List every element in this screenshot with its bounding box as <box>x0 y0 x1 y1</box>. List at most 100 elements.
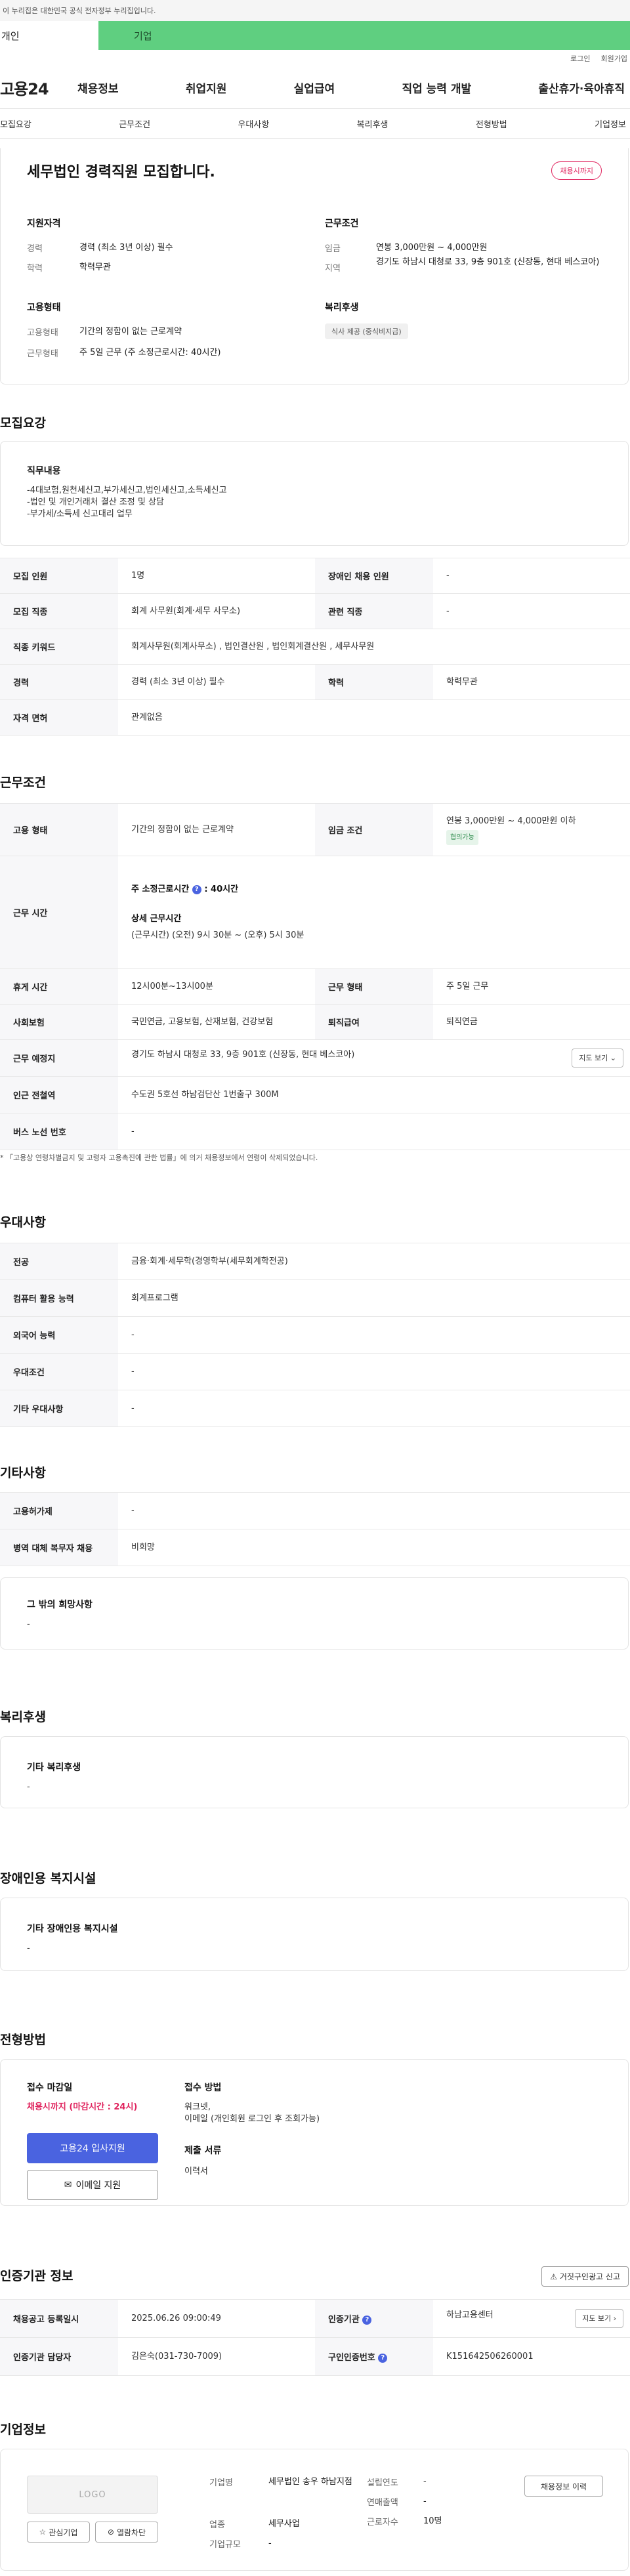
anchor-selection[interactable]: 전형방법 <box>476 117 507 130</box>
headcount-label: 모집 인원 <box>0 558 118 594</box>
subway-value: 수도권 5호선 하남검단산 1번출구 300M <box>118 1076 630 1113</box>
emp-label: 고용형태 <box>27 328 58 338</box>
license-label: 자격 면허 <box>0 699 118 736</box>
edu-row-value: 학력무관 <box>433 664 630 700</box>
duty-heading: 직무내용 <box>27 466 61 476</box>
anchor-conditions[interactable]: 근무조건 <box>119 117 150 130</box>
gnb-item-jobs[interactable]: 채용정보 <box>77 79 119 96</box>
conditions-table: 고용 형태 기간의 정함이 없는 근로계약 임금 조건 연봉 3,000만원 ~… <box>0 803 630 1150</box>
work-value: 주 5일 근무 (주 소정근로시간: 40시간) <box>79 348 221 358</box>
tab-company-label: 기업 <box>134 30 152 42</box>
post-date-value: 2025.06.26 09:00:49 <box>118 2299 315 2338</box>
site-logo[interactable]: 고용24 <box>0 76 77 99</box>
career-value: 경력 (최소 3년 이상) 필수 <box>79 243 173 253</box>
help-icon[interactable]: ? <box>378 2353 388 2363</box>
insurance-value: 국민연금, 고용보험, 산재보험, 건강보험 <box>118 1004 315 1040</box>
help-icon[interactable]: ? <box>192 884 201 894</box>
cert-org-value: 하남고용센터 <box>446 2310 494 2320</box>
pref-cond-value: - <box>118 1353 630 1390</box>
cert-no-label: 구인인증번호 <box>328 2353 375 2363</box>
founded-value: - <box>423 2477 427 2487</box>
wish-value: - <box>27 1619 30 1629</box>
disabled-facility-box: 기타 장애인용 복지시설 - <box>0 1898 629 1971</box>
email-apply-button[interactable]: ✉ 이메일 지원 <box>27 2170 158 2200</box>
emp-value: 기간의 정함이 없는 근로계약 <box>79 327 182 337</box>
workplace-label: 근무 예정지 <box>0 1039 118 1077</box>
table-row: 사회보험 국민연금, 고용보험, 산재보험, 건강보험 퇴직급여 퇴직연금 <box>0 1004 630 1040</box>
welfare-box: 기타 복리후생 - <box>0 1736 629 1808</box>
wage-cond-label: 임금 조건 <box>315 803 433 856</box>
etc-pref-label: 기타 우대사항 <box>0 1390 118 1427</box>
welfare-box-heading: 기타 복리후생 <box>27 1762 81 1773</box>
tab-company[interactable]: 기업 <box>98 21 630 50</box>
gov-banner: 이 누리집은 대한민국 공식 전자정부 누리집입니다. <box>0 0 630 21</box>
gnb-item-training[interactable]: 직업 능력 개발 <box>402 79 471 96</box>
gnb-item-unemployment-benefit[interactable]: 실업급여 <box>294 79 335 96</box>
disabled-facility-heading: 기타 장애인용 복지시설 <box>27 1924 118 1934</box>
qual-heading: 지원자격 <box>27 218 61 229</box>
etc-pref-value: - <box>118 1390 630 1427</box>
welfare-box-value: - <box>27 1782 30 1792</box>
wish-box: 그 밖의 희망사항 - <box>0 1577 629 1650</box>
gnb-item-employment-support[interactable]: 취업지원 <box>186 79 227 96</box>
welfare-section-title: 복리후생 <box>0 1710 46 1724</box>
anchor-company[interactable]: 기업정보 <box>595 117 626 130</box>
career-row-value: 경력 (최소 3년 이상) 필수 <box>118 664 315 700</box>
employee-count-value: 10명 <box>423 2516 442 2526</box>
tab-personal[interactable]: 개인 <box>0 21 98 50</box>
hours-main-label: 주 소정근로시간 <box>131 884 190 894</box>
hiring-history-button[interactable]: 채용정보 이력 <box>524 2476 603 2497</box>
company-logo: LOGO <box>27 2476 158 2514</box>
gnb-item-parental-leave[interactable]: 출산휴가·육아휴직 <box>538 79 625 96</box>
other-section-title: 기타사항 <box>0 1466 46 1480</box>
cert-no-value: K151642506260001 <box>433 2337 630 2376</box>
false-ad-report-label: 거짓구인광고 신고 <box>559 2272 620 2281</box>
disabled-hire-value: - <box>433 558 630 594</box>
other-table: 고용허가제 - 병역 대체 복무자 채용 비희망 <box>0 1492 630 1566</box>
industry-label: 업종 <box>209 2520 225 2530</box>
pc-skill-value: 회계프로그램 <box>118 1279 630 1317</box>
sales-label: 연매출액 <box>367 2498 398 2508</box>
company-name-value: 세무법인 송우 하남지점 <box>268 2477 352 2487</box>
cert-manager-label: 인증기관 담당자 <box>0 2337 118 2376</box>
table-row: 모집 직종 회계 사무원(회계·세무 사무소) 관련 직종 - <box>0 593 630 629</box>
welfare-heading: 복리후생 <box>325 302 359 313</box>
selection-section-title: 전형방법 <box>0 2033 46 2047</box>
founded-label: 설립연도 <box>367 2478 398 2488</box>
login-link[interactable]: 로그인 <box>570 53 590 64</box>
hours-label: 근무 시간 <box>0 856 118 969</box>
disabled-facility-section-title: 장애인용 복지시설 <box>0 1871 96 1886</box>
cert-org-cell: 지도 보기 › 하남고용센터 <box>433 2299 630 2338</box>
join-link[interactable]: 회원가입 <box>601 53 627 64</box>
insurance-label: 사회보험 <box>0 1004 118 1040</box>
apply-button[interactable]: 고용24 입사지원 <box>27 2133 158 2163</box>
wage-label: 임금 <box>325 244 341 254</box>
emp-type-label: 고용 형태 <box>0 803 118 856</box>
job-category-label: 모집 직종 <box>0 593 118 629</box>
worktype-value: 주 5일 근무 <box>433 968 630 1005</box>
major-value: 금융·회계·세무학(경영학부(세무회계학전공) <box>118 1243 630 1280</box>
docs-value: 이력서 <box>184 2167 208 2176</box>
certification-section-title: 인증기관 정보 <box>0 2269 74 2283</box>
block-icon: ⊘ <box>107 2527 114 2537</box>
anchor-preference[interactable]: 우대사항 <box>238 117 269 130</box>
table-row: 고용허가제 - <box>0 1492 630 1529</box>
star-icon: ☆ <box>39 2527 47 2537</box>
job-title: 세무법인 경력직원 모집합니다. <box>27 164 215 180</box>
table-row: 고용 형태 기간의 정함이 없는 근로계약 임금 조건 연봉 3,000만원 ~… <box>0 803 630 856</box>
anchor-recruit[interactable]: 모집요강 <box>0 117 32 130</box>
table-row: 컴퓨터 활용 능력 회계프로그램 <box>0 1279 630 1317</box>
help-icon[interactable]: ? <box>362 2315 372 2325</box>
false-ad-report-button[interactable]: ⚠ 거짓구인광고 신고 <box>541 2266 629 2287</box>
block-view-button[interactable]: ⊘ 열람차단 <box>95 2522 158 2543</box>
map-view-button[interactable]: 지도 보기 ⌄ <box>572 1049 623 1068</box>
favorite-company-button[interactable]: ☆ 관심기업 <box>27 2522 90 2543</box>
recruit-table: 모집 인원 1명 장애인 채용 인원 - 모집 직종 회계 사무원(회계·세무 … <box>0 558 630 736</box>
career-label: 경력 <box>27 244 43 254</box>
tab-personal-label: 개인 <box>1 30 20 42</box>
deadline-heading: 접수 마감일 <box>27 2083 73 2093</box>
table-row: 인근 전철역 수도권 5호선 하남검단산 1번출구 300M <box>0 1076 630 1113</box>
anchor-welfare[interactable]: 복리후생 <box>357 117 388 130</box>
preference-section-title: 우대사항 <box>0 1215 46 1230</box>
cert-map-button[interactable]: 지도 보기 › <box>575 2309 623 2328</box>
